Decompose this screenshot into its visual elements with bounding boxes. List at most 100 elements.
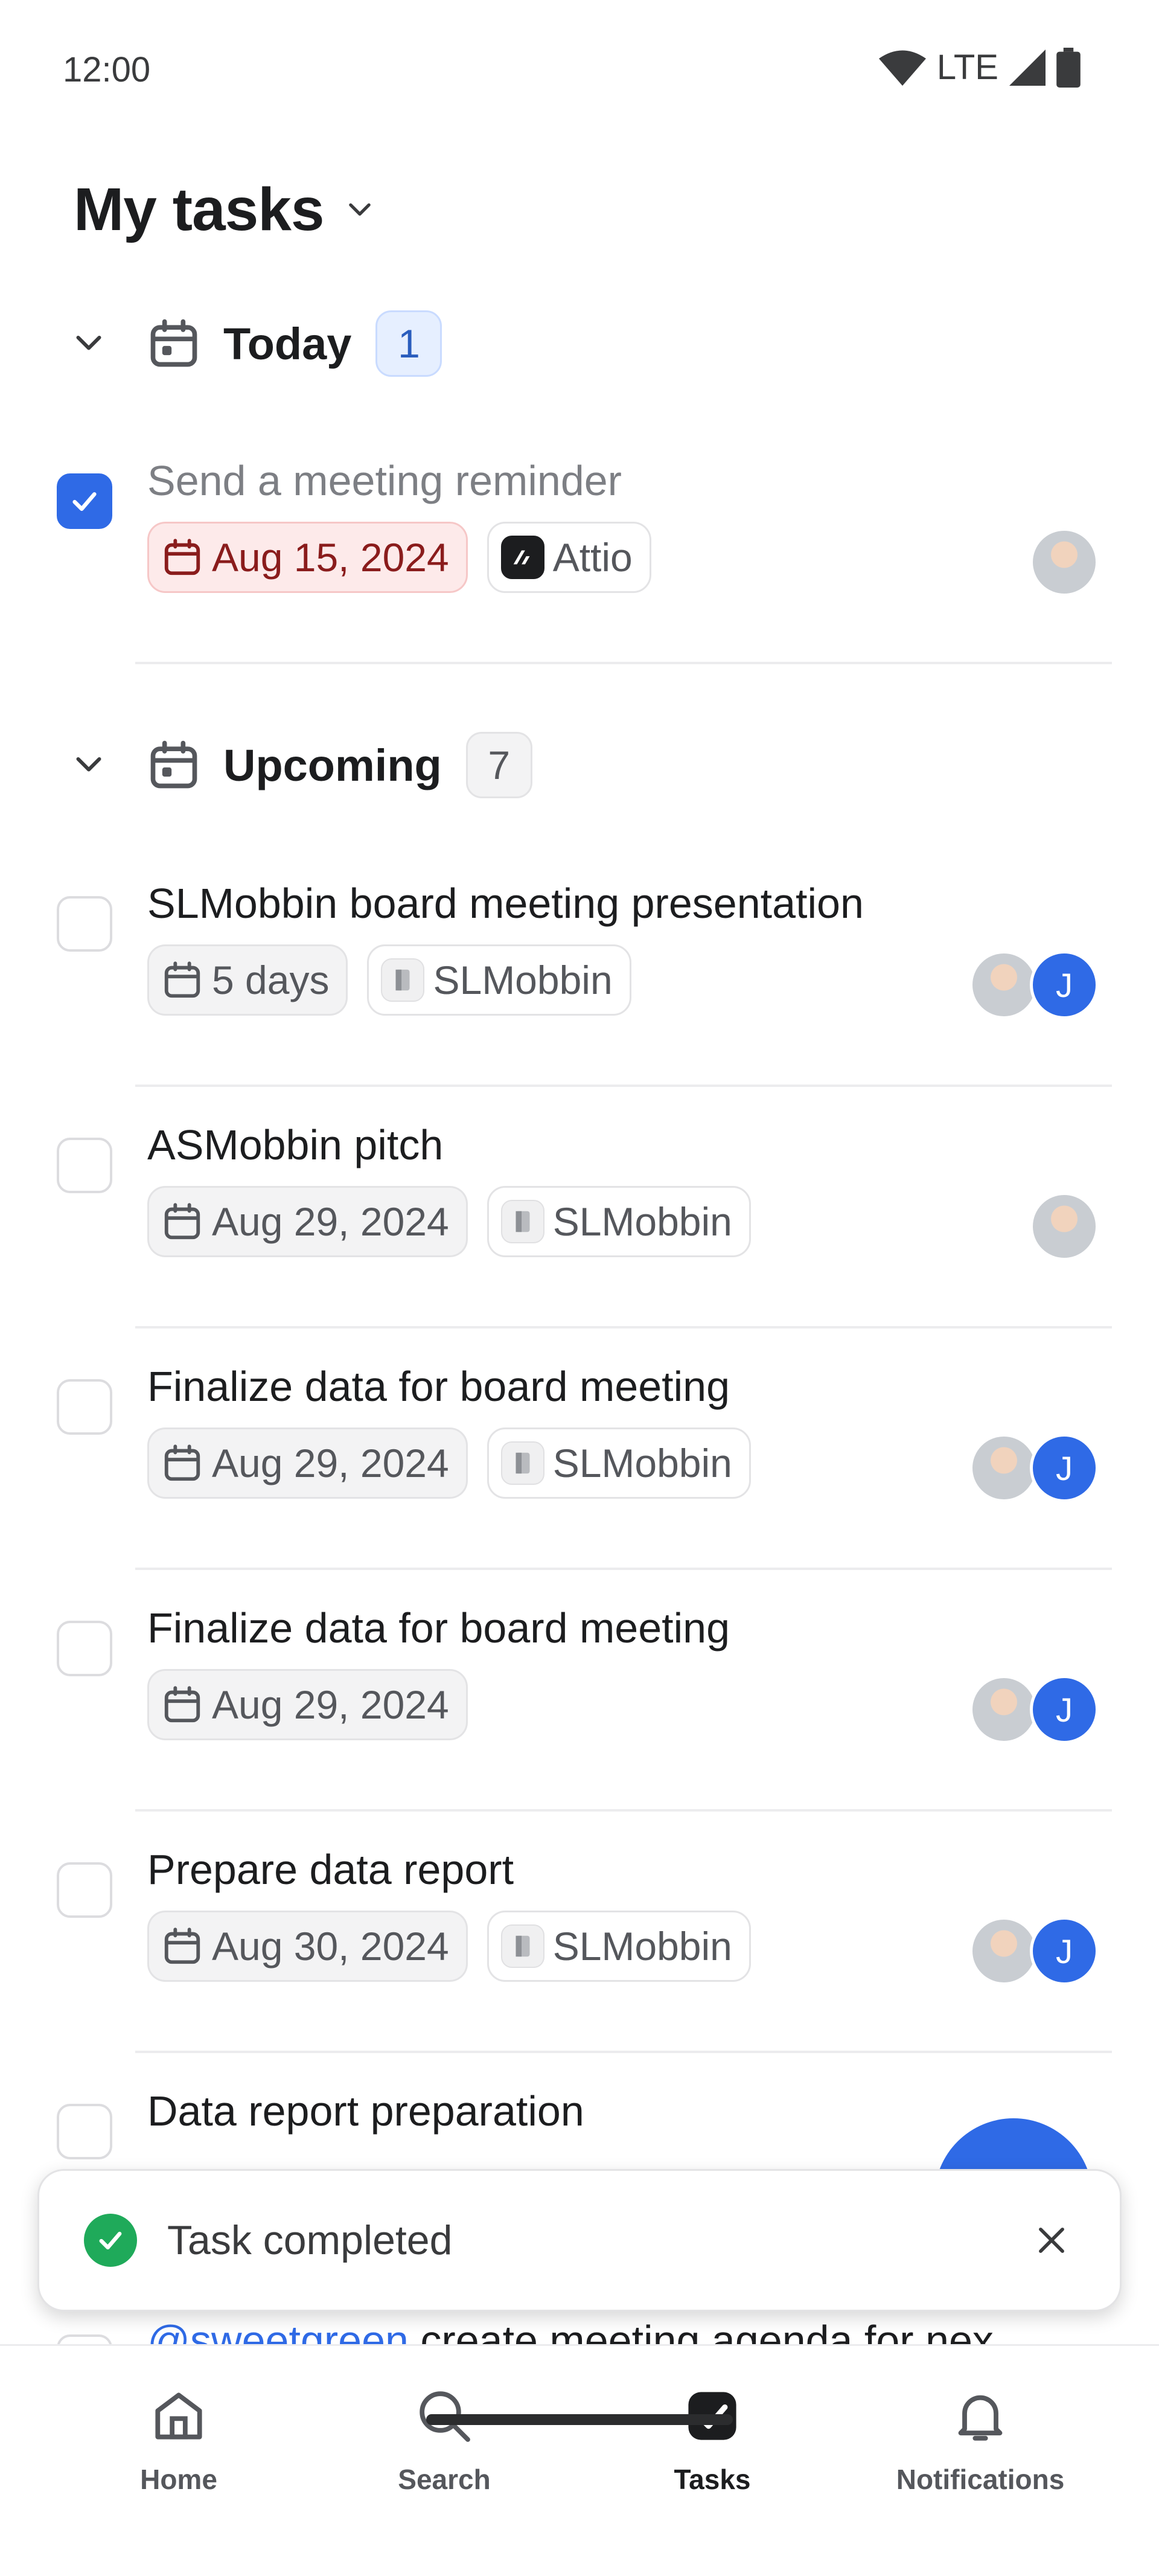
network-type: LTE: [936, 48, 998, 87]
due-date-text: 5 days: [212, 958, 330, 1002]
nav-home[interactable]: Home: [46, 2380, 311, 2496]
due-date-chip: Aug 30, 2024: [147, 1911, 468, 1982]
calendar-icon: [164, 961, 200, 998]
due-date-text: Aug 29, 2024: [212, 1682, 449, 1727]
company-chip[interactable]: SLMobbin: [487, 1186, 751, 1257]
section-count-badge: 7: [465, 732, 532, 798]
checkmark-icon: [72, 492, 97, 511]
bottom-nav: Home Search Tasks Notifications: [0, 2344, 1159, 2576]
chevron-down-icon[interactable]: [344, 194, 375, 226]
assignee-avatars: J: [969, 1917, 1099, 1985]
company-logo-icon: [500, 1200, 544, 1243]
section-label: Today: [223, 318, 352, 369]
task-checkbox[interactable]: [57, 896, 112, 952]
company-chip[interactable]: SLMobbin: [487, 1911, 751, 1982]
task-checkbox[interactable]: [57, 1379, 112, 1435]
section-count-badge: 1: [375, 310, 442, 377]
toast-notification: Task completed: [37, 2169, 1122, 2312]
task-row[interactable]: ASMobbin pitch Aug 29, 2024 SLMobbin: [0, 1087, 1159, 1328]
page-title: My tasks: [74, 176, 324, 243]
nav-label: Search: [398, 2464, 491, 2495]
avatar: [1030, 1192, 1099, 1261]
task-title: Data report preparation: [147, 2087, 584, 2135]
avatar-initial: J: [1030, 1917, 1099, 1985]
calendar-icon: [164, 539, 200, 575]
close-icon[interactable]: [1030, 2219, 1073, 2261]
page-header[interactable]: My tasks: [74, 175, 375, 245]
due-date-chip: Aug 15, 2024: [147, 522, 468, 593]
status-bar: 12:00 LTE: [0, 0, 1159, 139]
due-date-text: Aug 30, 2024: [212, 1924, 449, 1969]
collapse-chevron-icon[interactable]: [68, 325, 110, 362]
avatar-initial: J: [1030, 1434, 1099, 1502]
task-checkbox[interactable]: [57, 1862, 112, 1918]
task-checkbox[interactable]: [57, 1621, 112, 1676]
section-label: Upcoming: [223, 740, 442, 790]
nav-label: Notifications: [896, 2464, 1065, 2495]
company-name: SLMobbin: [552, 1441, 732, 1485]
assignee-avatars: J: [969, 1434, 1099, 1502]
task-title: ASMobbin pitch: [147, 1121, 444, 1168]
company-chip[interactable]: SLMobbin: [487, 1427, 751, 1499]
signal-icon: [1009, 49, 1046, 86]
task-row[interactable]: SLMobbin board meeting presentation 5 da…: [0, 845, 1159, 1087]
nav-tasks[interactable]: Tasks: [580, 2380, 845, 2496]
task-row[interactable]: Finalize data for board meeting Aug 29, …: [0, 1328, 1159, 1570]
company-logo-icon: [500, 1441, 544, 1485]
attio-logo-icon: [500, 536, 544, 579]
home-icon: [147, 2380, 210, 2452]
task-title: SLMobbin board meeting presentation: [147, 880, 864, 927]
task-title: Prepare data report: [147, 1846, 514, 1893]
due-date-text: Aug 15, 2024: [212, 535, 449, 580]
avatar: [1030, 528, 1099, 597]
task-row[interactable]: Finalize data for board meeting Aug 29, …: [0, 1570, 1159, 1812]
task-title: Finalize data for board meeting: [147, 1604, 730, 1652]
calendar-icon: [164, 1203, 200, 1240]
task-checkbox[interactable]: [57, 1138, 112, 1193]
task-row[interactable]: Send a meeting reminder Aug 15, 2024 Att…: [0, 423, 1159, 664]
avatar: [969, 1917, 1038, 1985]
avatar: [969, 1434, 1038, 1502]
due-date-chip: Aug 29, 2024: [147, 1669, 468, 1740]
assignee-avatars: J: [969, 1675, 1099, 1744]
due-date-text: Aug 29, 2024: [212, 1441, 449, 1485]
company-name: SLMobbin: [552, 1199, 732, 1244]
due-date-chip: Aug 29, 2024: [147, 1186, 468, 1257]
task-checkbox-checked[interactable]: [57, 473, 112, 529]
collapse-chevron-icon[interactable]: [68, 747, 110, 783]
toast-message: Task completed: [167, 2217, 453, 2263]
avatar-initial: J: [1030, 1675, 1099, 1744]
calendar-icon: [164, 1686, 200, 1723]
task-title: Send a meeting reminder: [147, 457, 622, 504]
company-name: SLMobbin: [433, 958, 613, 1002]
assignee-avatars: [1030, 528, 1099, 597]
home-indicator[interactable]: [426, 2414, 733, 2425]
due-date-text: Aug 29, 2024: [212, 1199, 449, 1244]
bell-icon: [949, 2380, 1012, 2452]
wifi-icon: [878, 50, 926, 86]
avatar: [969, 950, 1038, 1019]
company-logo-icon: [381, 958, 425, 1002]
nav-search[interactable]: Search: [311, 2380, 577, 2496]
calendar-icon: [150, 319, 197, 367]
success-check-icon: [84, 2214, 137, 2267]
assignee-avatars: [1030, 1192, 1099, 1261]
status-icons: LTE: [878, 47, 1081, 88]
calendar-icon: [150, 740, 197, 789]
task-title: Finalize data for board meeting: [147, 1363, 730, 1410]
nav-notifications[interactable]: Notifications: [848, 2380, 1113, 2496]
battery-icon: [1056, 47, 1081, 88]
section-header-upcoming[interactable]: Upcoming 7: [68, 732, 532, 798]
task-checkbox[interactable]: [57, 2104, 112, 2159]
due-date-chip: 5 days: [147, 944, 348, 1016]
status-time: 12:00: [63, 50, 151, 89]
due-date-chip: Aug 29, 2024: [147, 1427, 468, 1499]
company-name: SLMobbin: [552, 1924, 732, 1969]
nav-label: Tasks: [674, 2464, 751, 2495]
company-chip[interactable]: SLMobbin: [367, 944, 631, 1016]
calendar-icon: [164, 1444, 200, 1481]
task-row[interactable]: Prepare data report Aug 30, 2024 SLMobbi…: [0, 1812, 1159, 2053]
nav-label: Home: [140, 2464, 217, 2495]
section-header-today[interactable]: Today 1: [68, 310, 442, 377]
company-chip[interactable]: Attio: [487, 522, 651, 593]
